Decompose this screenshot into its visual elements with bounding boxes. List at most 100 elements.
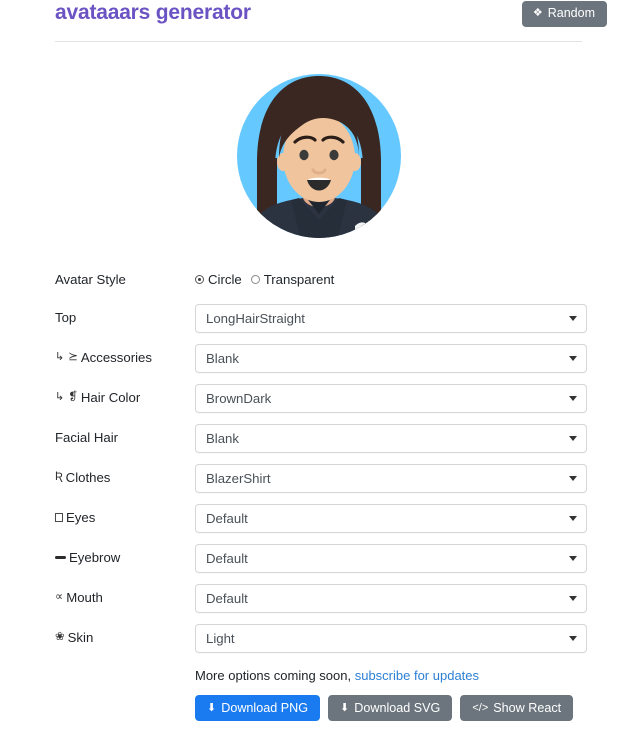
footer: More options coming soon, subscribe for … (0, 668, 637, 722)
avatar-hair-left-strand (256, 158, 277, 238)
label-mouth: ∝ Mouth (55, 591, 195, 604)
subscribe-link[interactable]: subscribe for updates (355, 668, 479, 683)
paint-icon: ❡ (68, 391, 78, 404)
select-top[interactable]: LongHairStraight (195, 303, 587, 333)
form-row-eyes: Eyes Default (0, 498, 637, 538)
avatar-style-radio-group: Circle Transparent (195, 272, 335, 288)
select-clothes[interactable]: BlazerShirt (195, 463, 587, 493)
label-eyes-text: Eyes (66, 510, 96, 526)
palette-icon: ❀ (55, 631, 65, 644)
control-top: LongHairStraight (195, 303, 589, 333)
tshirt-icon: Ʀ (55, 471, 63, 484)
label-eyebrow: Eyebrow (55, 550, 195, 566)
control-eyebrow: Default (195, 543, 589, 573)
select-top-value: LongHairStraight (206, 310, 305, 326)
control-mouth: Default (195, 583, 589, 613)
label-eyebrow-text: Eyebrow (69, 550, 121, 566)
chevron-down-icon (569, 316, 577, 321)
select-eyebrow-value: Default (206, 550, 248, 566)
select-eyes-value: Default (206, 510, 248, 526)
avatar-hair-right-strand (360, 158, 381, 238)
label-hair-color-text: Hair Color (80, 390, 141, 406)
select-accessories-value: Blank (206, 350, 239, 366)
control-skin: Light (195, 623, 589, 653)
label-top-text: Top (55, 310, 77, 326)
avatar-ear-left (276, 153, 289, 171)
page-header: avataaars generator ❖ Random (0, 0, 637, 46)
avatar-eye-left (298, 149, 309, 161)
chevron-down-icon (569, 396, 577, 401)
download-svg-button[interactable]: ⬇ Download SVG (328, 694, 453, 722)
download-svg-label: Download SVG (354, 700, 441, 715)
avatar-svg (236, 74, 401, 238)
form-row-top: Top LongHairStraight (0, 298, 637, 338)
select-mouth[interactable]: Default (195, 583, 587, 613)
chevron-down-icon (569, 636, 577, 641)
control-facial-hair: Blank (195, 423, 589, 453)
avatar-options-form: Avatar Style Circle Transparent Top Long… (0, 262, 637, 658)
glasses-icon: ⪰ (68, 351, 78, 364)
form-row-mouth: ∝ Mouth Default (0, 578, 637, 618)
chevron-down-icon (569, 356, 577, 361)
select-facial-hair[interactable]: Blank (195, 423, 587, 453)
avatar-preview (0, 62, 637, 250)
header-divider (55, 41, 582, 42)
select-eyes[interactable]: Default (195, 503, 587, 533)
label-accessories: ↳ ⪰ Accessories (55, 351, 195, 364)
download-png-button[interactable]: ⬇ Download PNG (195, 694, 321, 722)
label-skin-text: Skin (67, 630, 94, 646)
control-eyes: Default (195, 503, 589, 533)
radio-transparent[interactable]: Transparent (250, 272, 335, 288)
label-facial-hair-text: Facial Hair (55, 430, 119, 446)
radio-circle-indicator[interactable] (195, 275, 204, 285)
label-hair-color: ↳ ❡ Hair Color (55, 391, 195, 404)
select-skin-value: Light (206, 630, 235, 646)
label-eyes: Eyes (55, 510, 195, 526)
control-accessories: Blank (195, 343, 589, 373)
radio-transparent-label: Transparent (263, 272, 335, 288)
show-react-button[interactable]: </> Show React (460, 694, 574, 722)
label-avatar-style-text: Avatar Style (55, 272, 126, 288)
form-row-accessories: ↳ ⪰ Accessories Blank (0, 338, 637, 378)
download-icon: ⬇ (340, 701, 350, 714)
shuffle-icon: ❖ (532, 6, 543, 19)
radio-transparent-indicator[interactable] (250, 275, 260, 285)
form-row-hair-color: ↳ ❡ Hair Color BrownDark (0, 378, 637, 418)
sub-arrow-icon: ↳ (55, 351, 65, 364)
avatar-eye-right (328, 149, 339, 161)
label-accessories-text: Accessories (80, 350, 152, 366)
chevron-down-icon (569, 516, 577, 521)
label-mouth-text: Mouth (66, 590, 103, 606)
show-react-label: Show React (493, 700, 562, 715)
select-hair-color-value: BrownDark (206, 390, 272, 406)
random-button[interactable]: ❖ Random (521, 1, 607, 27)
form-row-skin: ❀ Skin Light (0, 618, 637, 658)
code-icon: </> (472, 701, 489, 714)
more-options-note: More options coming soon, subscribe for … (195, 668, 589, 685)
download-png-label: Download PNG (221, 700, 309, 715)
select-accessories[interactable]: Blank (195, 343, 587, 373)
select-facial-hair-value: Blank (206, 430, 239, 446)
radio-circle-label: Circle (208, 272, 242, 288)
select-hair-color[interactable]: BrownDark (195, 383, 587, 413)
eyebrow-icon (55, 555, 66, 559)
mouth-icon: ∝ (55, 591, 64, 604)
label-skin: ❀ Skin (55, 631, 195, 644)
label-clothes-text: Clothes (65, 470, 111, 486)
select-eyebrow[interactable]: Default (195, 543, 587, 573)
chevron-down-icon (569, 476, 577, 481)
random-button-label: Random (547, 6, 595, 20)
control-clothes: BlazerShirt (195, 463, 589, 493)
select-skin[interactable]: Light (195, 623, 587, 653)
radio-circle[interactable]: Circle (195, 272, 242, 288)
eyes-icon (55, 513, 63, 523)
label-clothes: Ʀ Clothes (55, 471, 195, 484)
more-options-note-text: More options coming soon, (195, 668, 352, 683)
chevron-down-icon (569, 436, 577, 441)
chevron-down-icon (569, 596, 577, 601)
label-facial-hair: Facial Hair (55, 431, 195, 444)
page-title: avataaars generator (55, 1, 251, 24)
control-avatar-style: Circle Transparent (195, 272, 589, 288)
label-avatar-style: Avatar Style (55, 273, 195, 286)
select-clothes-value: BlazerShirt (206, 470, 271, 486)
